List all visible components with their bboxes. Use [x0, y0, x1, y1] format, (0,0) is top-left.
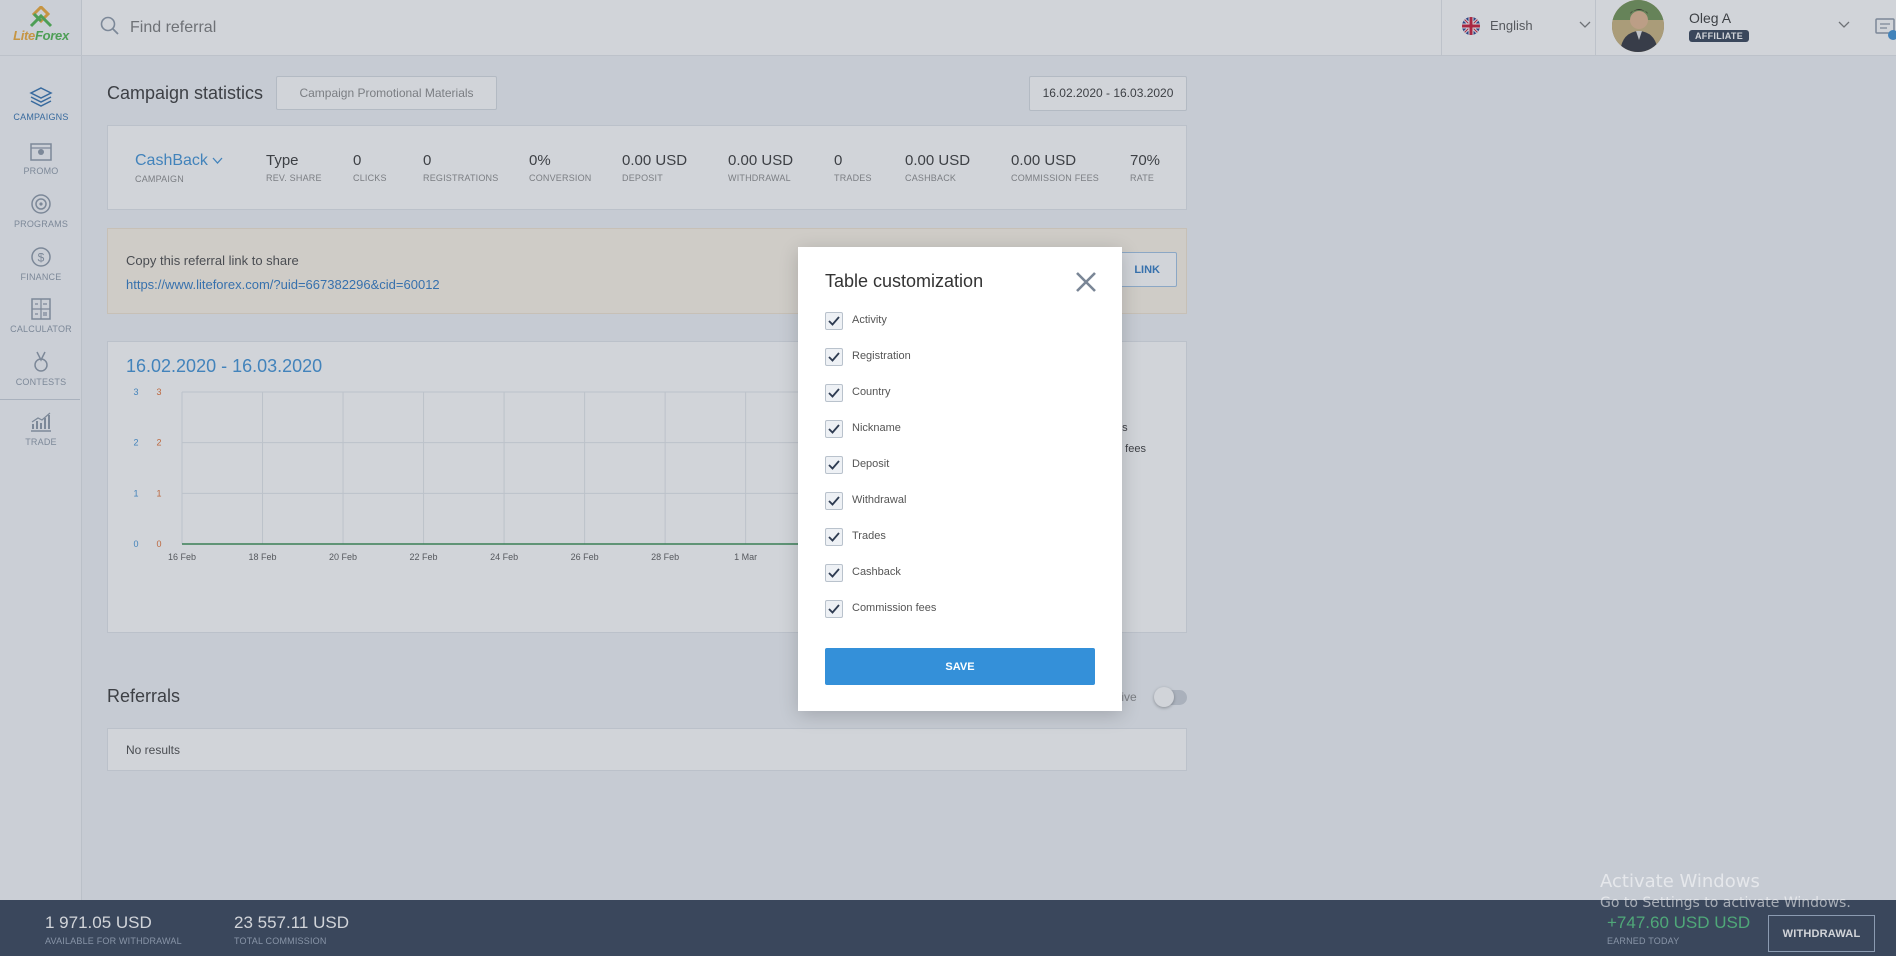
dialog-title: Table customization	[825, 271, 984, 291]
checkmark-icon	[828, 568, 840, 578]
save-button[interactable]: SAVE	[825, 648, 1095, 685]
checkbox[interactable]	[825, 564, 843, 582]
option-label: Commission fees	[852, 602, 937, 614]
watermark-title: Activate Windows	[1600, 871, 1760, 892]
close-icon[interactable]	[1075, 271, 1097, 293]
checkbox[interactable]	[825, 492, 843, 510]
checkbox[interactable]	[825, 312, 843, 330]
checkbox[interactable]	[825, 528, 843, 546]
checkmark-icon	[828, 424, 840, 434]
checkbox[interactable]	[825, 600, 843, 618]
checkmark-icon	[828, 496, 840, 506]
option-label: Nickname	[852, 422, 901, 434]
option-label: Cashback	[852, 566, 901, 578]
option-label: Withdrawal	[852, 494, 907, 506]
checkbox[interactable]	[825, 348, 843, 366]
checkbox[interactable]	[825, 384, 843, 402]
option-label: Trades	[852, 530, 886, 542]
option-label: Activity	[852, 314, 887, 326]
option-label: Country	[852, 386, 891, 398]
checkmark-icon	[828, 352, 840, 362]
watermark-subtitle: Go to Settings to activate Windows.	[1600, 895, 1851, 911]
checkmark-icon	[828, 388, 840, 398]
table-customization-dialog: Table customization Activity Registration…	[798, 247, 1122, 711]
checkmark-icon	[828, 532, 840, 542]
checkmark-icon	[828, 316, 840, 326]
checkbox[interactable]	[825, 420, 843, 438]
checkbox[interactable]	[825, 456, 843, 474]
checkmark-icon	[828, 460, 840, 470]
option-label: Registration	[852, 350, 911, 362]
checkmark-icon	[828, 604, 840, 614]
option-label: Deposit	[852, 458, 890, 470]
